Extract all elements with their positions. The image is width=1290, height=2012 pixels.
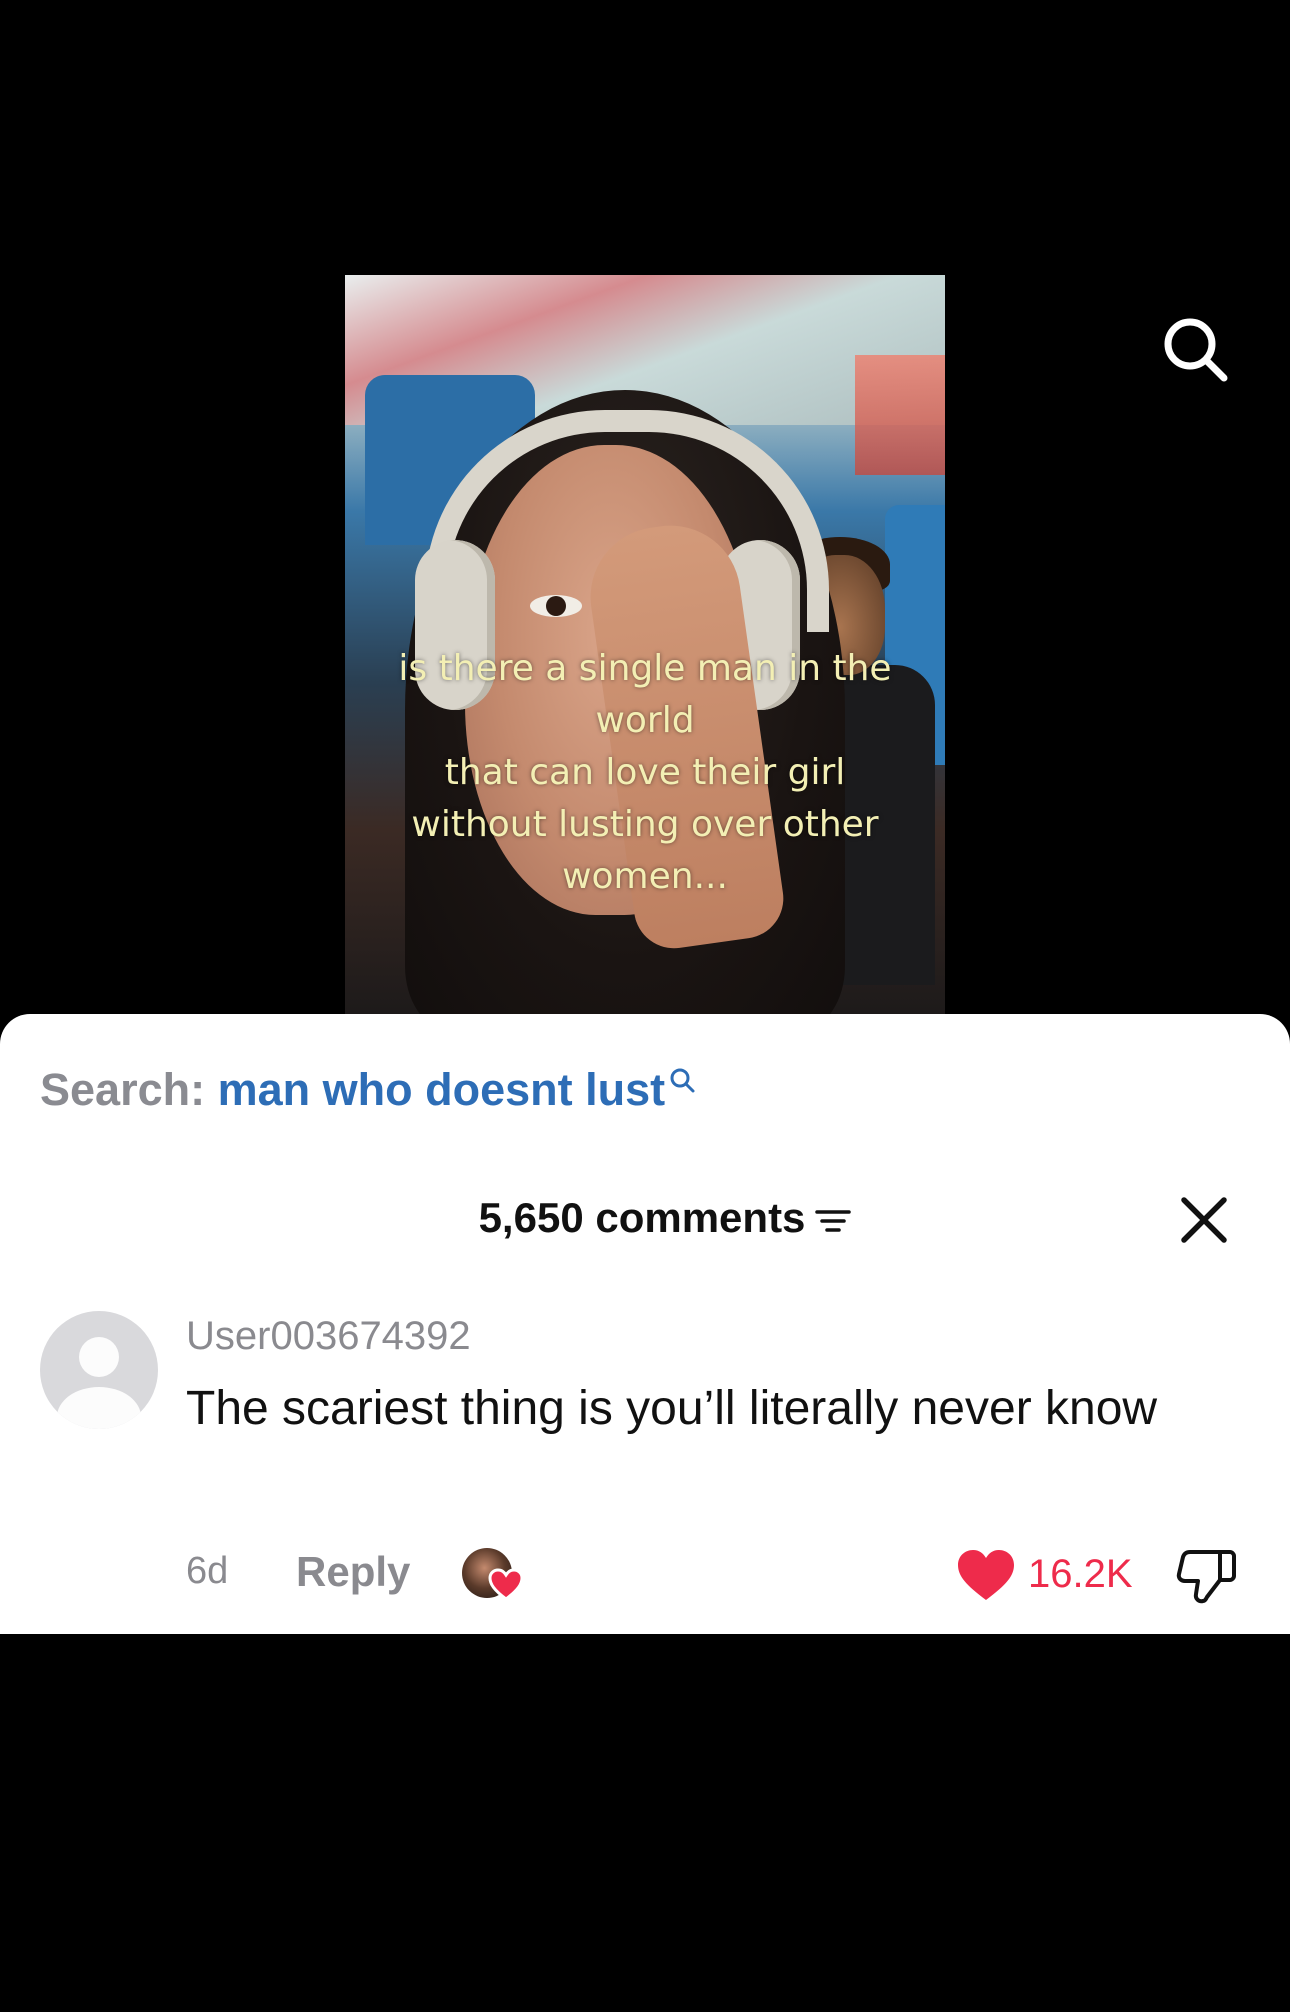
comment-age: 6d bbox=[186, 1550, 229, 1592]
avatar[interactable] bbox=[40, 1311, 158, 1429]
comment-username[interactable]: User003674392 bbox=[186, 1314, 471, 1359]
search-suggestion[interactable]: Search: man who doesnt lust bbox=[40, 1064, 697, 1116]
comment-sheet: Search: man who doesnt lust 5,650 commen… bbox=[0, 1014, 1290, 1634]
eye bbox=[530, 595, 582, 617]
video-player[interactable]: is there a single man in the world that … bbox=[345, 275, 945, 1015]
dislike-icon[interactable] bbox=[1176, 1546, 1238, 1606]
cabin-light bbox=[855, 355, 945, 475]
video-caption: is there a single man in the world that … bbox=[398, 648, 892, 897]
comment-actions: 6d Reply 16.2K bbox=[186, 1544, 1246, 1614]
reply-button[interactable]: Reply bbox=[296, 1548, 410, 1596]
like-count: 16.2K bbox=[1028, 1552, 1133, 1596]
search-label: Search: bbox=[40, 1064, 206, 1115]
like-heart-icon[interactable] bbox=[956, 1548, 1016, 1602]
creator-liked-badge bbox=[462, 1544, 526, 1604]
search-query-link[interactable]: man who doesnt lust bbox=[218, 1064, 666, 1115]
heart-icon bbox=[488, 1568, 524, 1601]
search-icon[interactable] bbox=[1160, 314, 1232, 386]
comment-text: The scariest thing is you’ll literally n… bbox=[186, 1382, 1158, 1435]
filter-icon[interactable] bbox=[815, 1206, 852, 1236]
comments-count: 5,650 comments bbox=[478, 1194, 806, 1241]
default-avatar-icon bbox=[57, 1337, 141, 1429]
comments-count-header: 5,650 comments bbox=[0, 1194, 1290, 1242]
search-icon bbox=[670, 1068, 695, 1093]
close-icon[interactable] bbox=[1178, 1194, 1230, 1246]
